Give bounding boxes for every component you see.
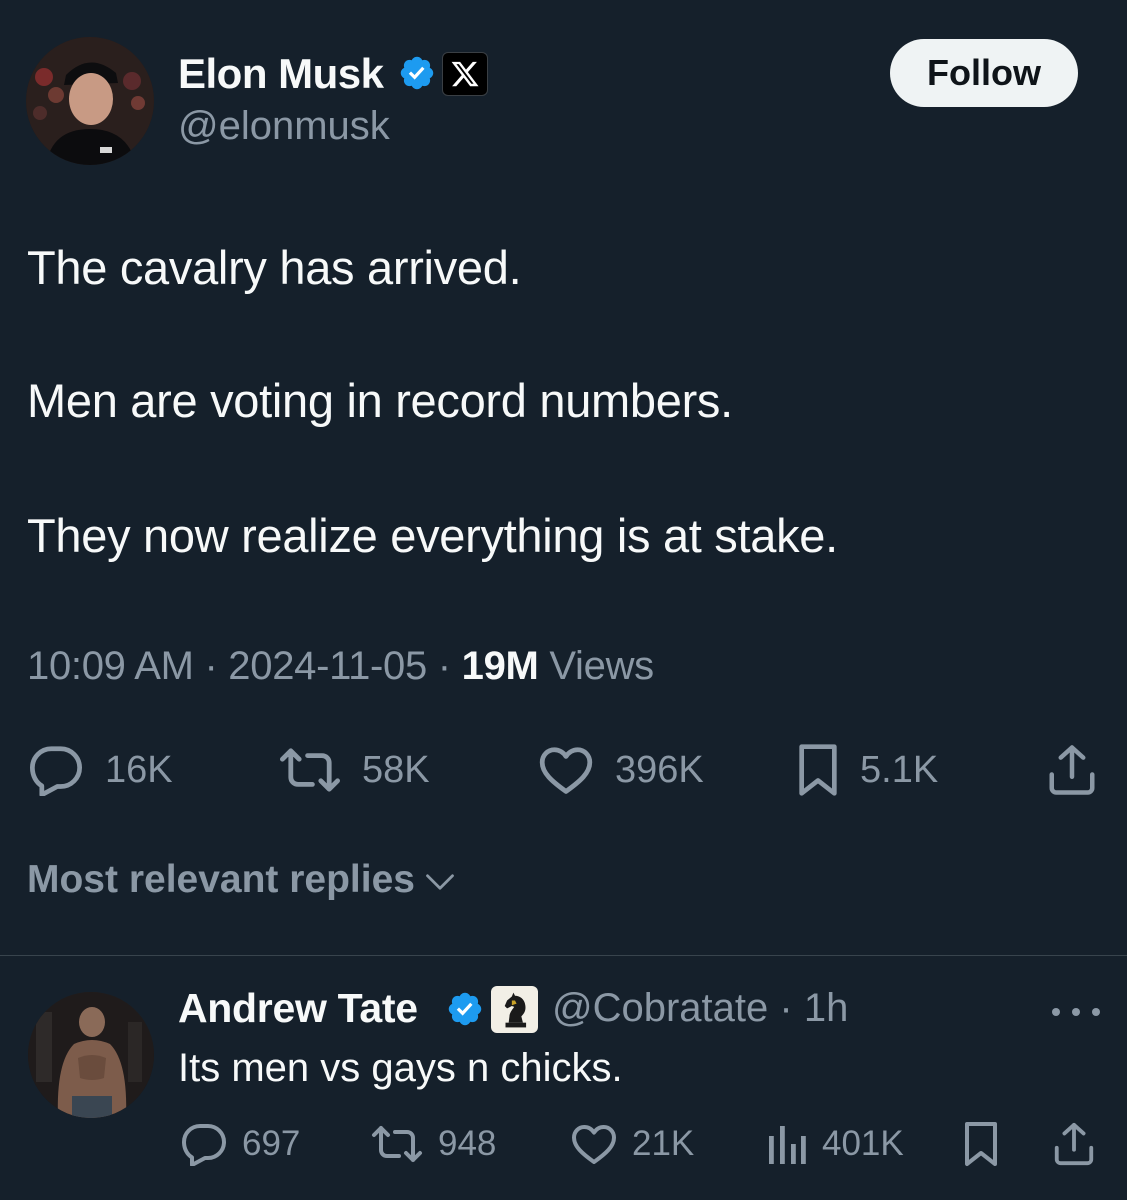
reply-author-avatar[interactable]	[28, 992, 154, 1118]
views-label[interactable]: Views	[549, 644, 654, 688]
more-options-icon[interactable]	[1052, 1000, 1100, 1024]
share-icon	[1054, 1122, 1094, 1166]
author-avatar[interactable]	[26, 37, 154, 165]
section-divider	[0, 955, 1127, 956]
reply-count: 16K	[105, 748, 173, 791]
heart-icon	[572, 1125, 616, 1164]
meta-separator: ·	[204, 644, 218, 688]
reply-reply-count: 697	[242, 1124, 301, 1163]
bookmark-button[interactable]: 5.1K	[796, 740, 938, 800]
share-button[interactable]	[1046, 740, 1098, 800]
bookmark-icon	[965, 1122, 997, 1166]
tweet-time[interactable]: 10:09 AM	[27, 644, 194, 688]
more-dot	[1072, 1008, 1080, 1016]
reply-icon	[182, 1124, 226, 1166]
x-logo-icon[interactable]	[442, 52, 488, 96]
more-dot	[1052, 1008, 1060, 1016]
author-avatar-image	[26, 37, 154, 165]
bookmark-count: 5.1K	[860, 748, 939, 791]
author-handle[interactable]: @elonmusk	[178, 104, 390, 149]
tweet-text-line: They now realize everything is at stake.	[27, 509, 838, 562]
tweet-detail-page: Elon Musk @elonmusk Follow The cavalry h…	[0, 0, 1127, 1200]
like-count: 396K	[615, 748, 704, 791]
reply-reply-button[interactable]: 697	[180, 1118, 300, 1170]
reply-text: Its men vs gays n chicks.	[178, 1046, 623, 1090]
bookmark-icon	[799, 744, 837, 796]
tweet-meta: 10:09 AM · 2024-11-05 · 19M Views	[27, 644, 654, 689]
verified-badge-icon[interactable]	[446, 990, 484, 1028]
follow-button[interactable]: Follow	[890, 39, 1078, 107]
like-button[interactable]: 396K	[537, 740, 704, 800]
share-icon	[1049, 745, 1095, 795]
reply-views-button[interactable]: 401K	[766, 1118, 904, 1170]
replies-sort-dropdown[interactable]: Most relevant replies	[27, 858, 455, 902]
tweet-text-line: Men are voting in record numbers.	[27, 374, 733, 427]
reply-views-count: 401K	[822, 1124, 904, 1163]
analytics-icon	[769, 1126, 806, 1164]
chevron-down-icon	[426, 874, 454, 890]
chess-knight-icon[interactable]	[491, 986, 538, 1033]
replies-sort-label: Most relevant replies	[27, 858, 415, 901]
reply-like-button[interactable]: 21K	[570, 1118, 694, 1170]
reply-avatar-image	[28, 992, 154, 1118]
author-name[interactable]: Elon Musk	[178, 50, 384, 98]
tweet-text-line: The cavalry has arrived.	[27, 241, 522, 294]
heart-icon	[539, 747, 593, 794]
more-dot	[1092, 1008, 1100, 1016]
reply-repost-button[interactable]: 948	[370, 1118, 496, 1170]
views-count[interactable]: 19M	[462, 644, 539, 688]
reply-share-button[interactable]	[1052, 1118, 1096, 1170]
reply-author-handle[interactable]: @Cobratate · 1h	[552, 986, 848, 1031]
meta-separator: ·	[437, 644, 451, 688]
tweet-date[interactable]: 2024-11-05	[228, 644, 427, 688]
reply-author-name[interactable]: Andrew Tate	[178, 985, 418, 1032]
reply-repost-count: 948	[438, 1124, 497, 1163]
reply-button[interactable]: 16K	[27, 740, 173, 800]
repost-icon	[372, 1126, 422, 1162]
verified-badge-icon[interactable]	[398, 54, 436, 92]
reply-icon	[30, 746, 82, 796]
repost-icon	[280, 748, 340, 792]
reply-like-count: 21K	[632, 1124, 695, 1163]
reply-bookmark-button[interactable]	[962, 1118, 1000, 1170]
repost-button[interactable]: 58K	[278, 740, 430, 800]
repost-count: 58K	[362, 748, 430, 791]
